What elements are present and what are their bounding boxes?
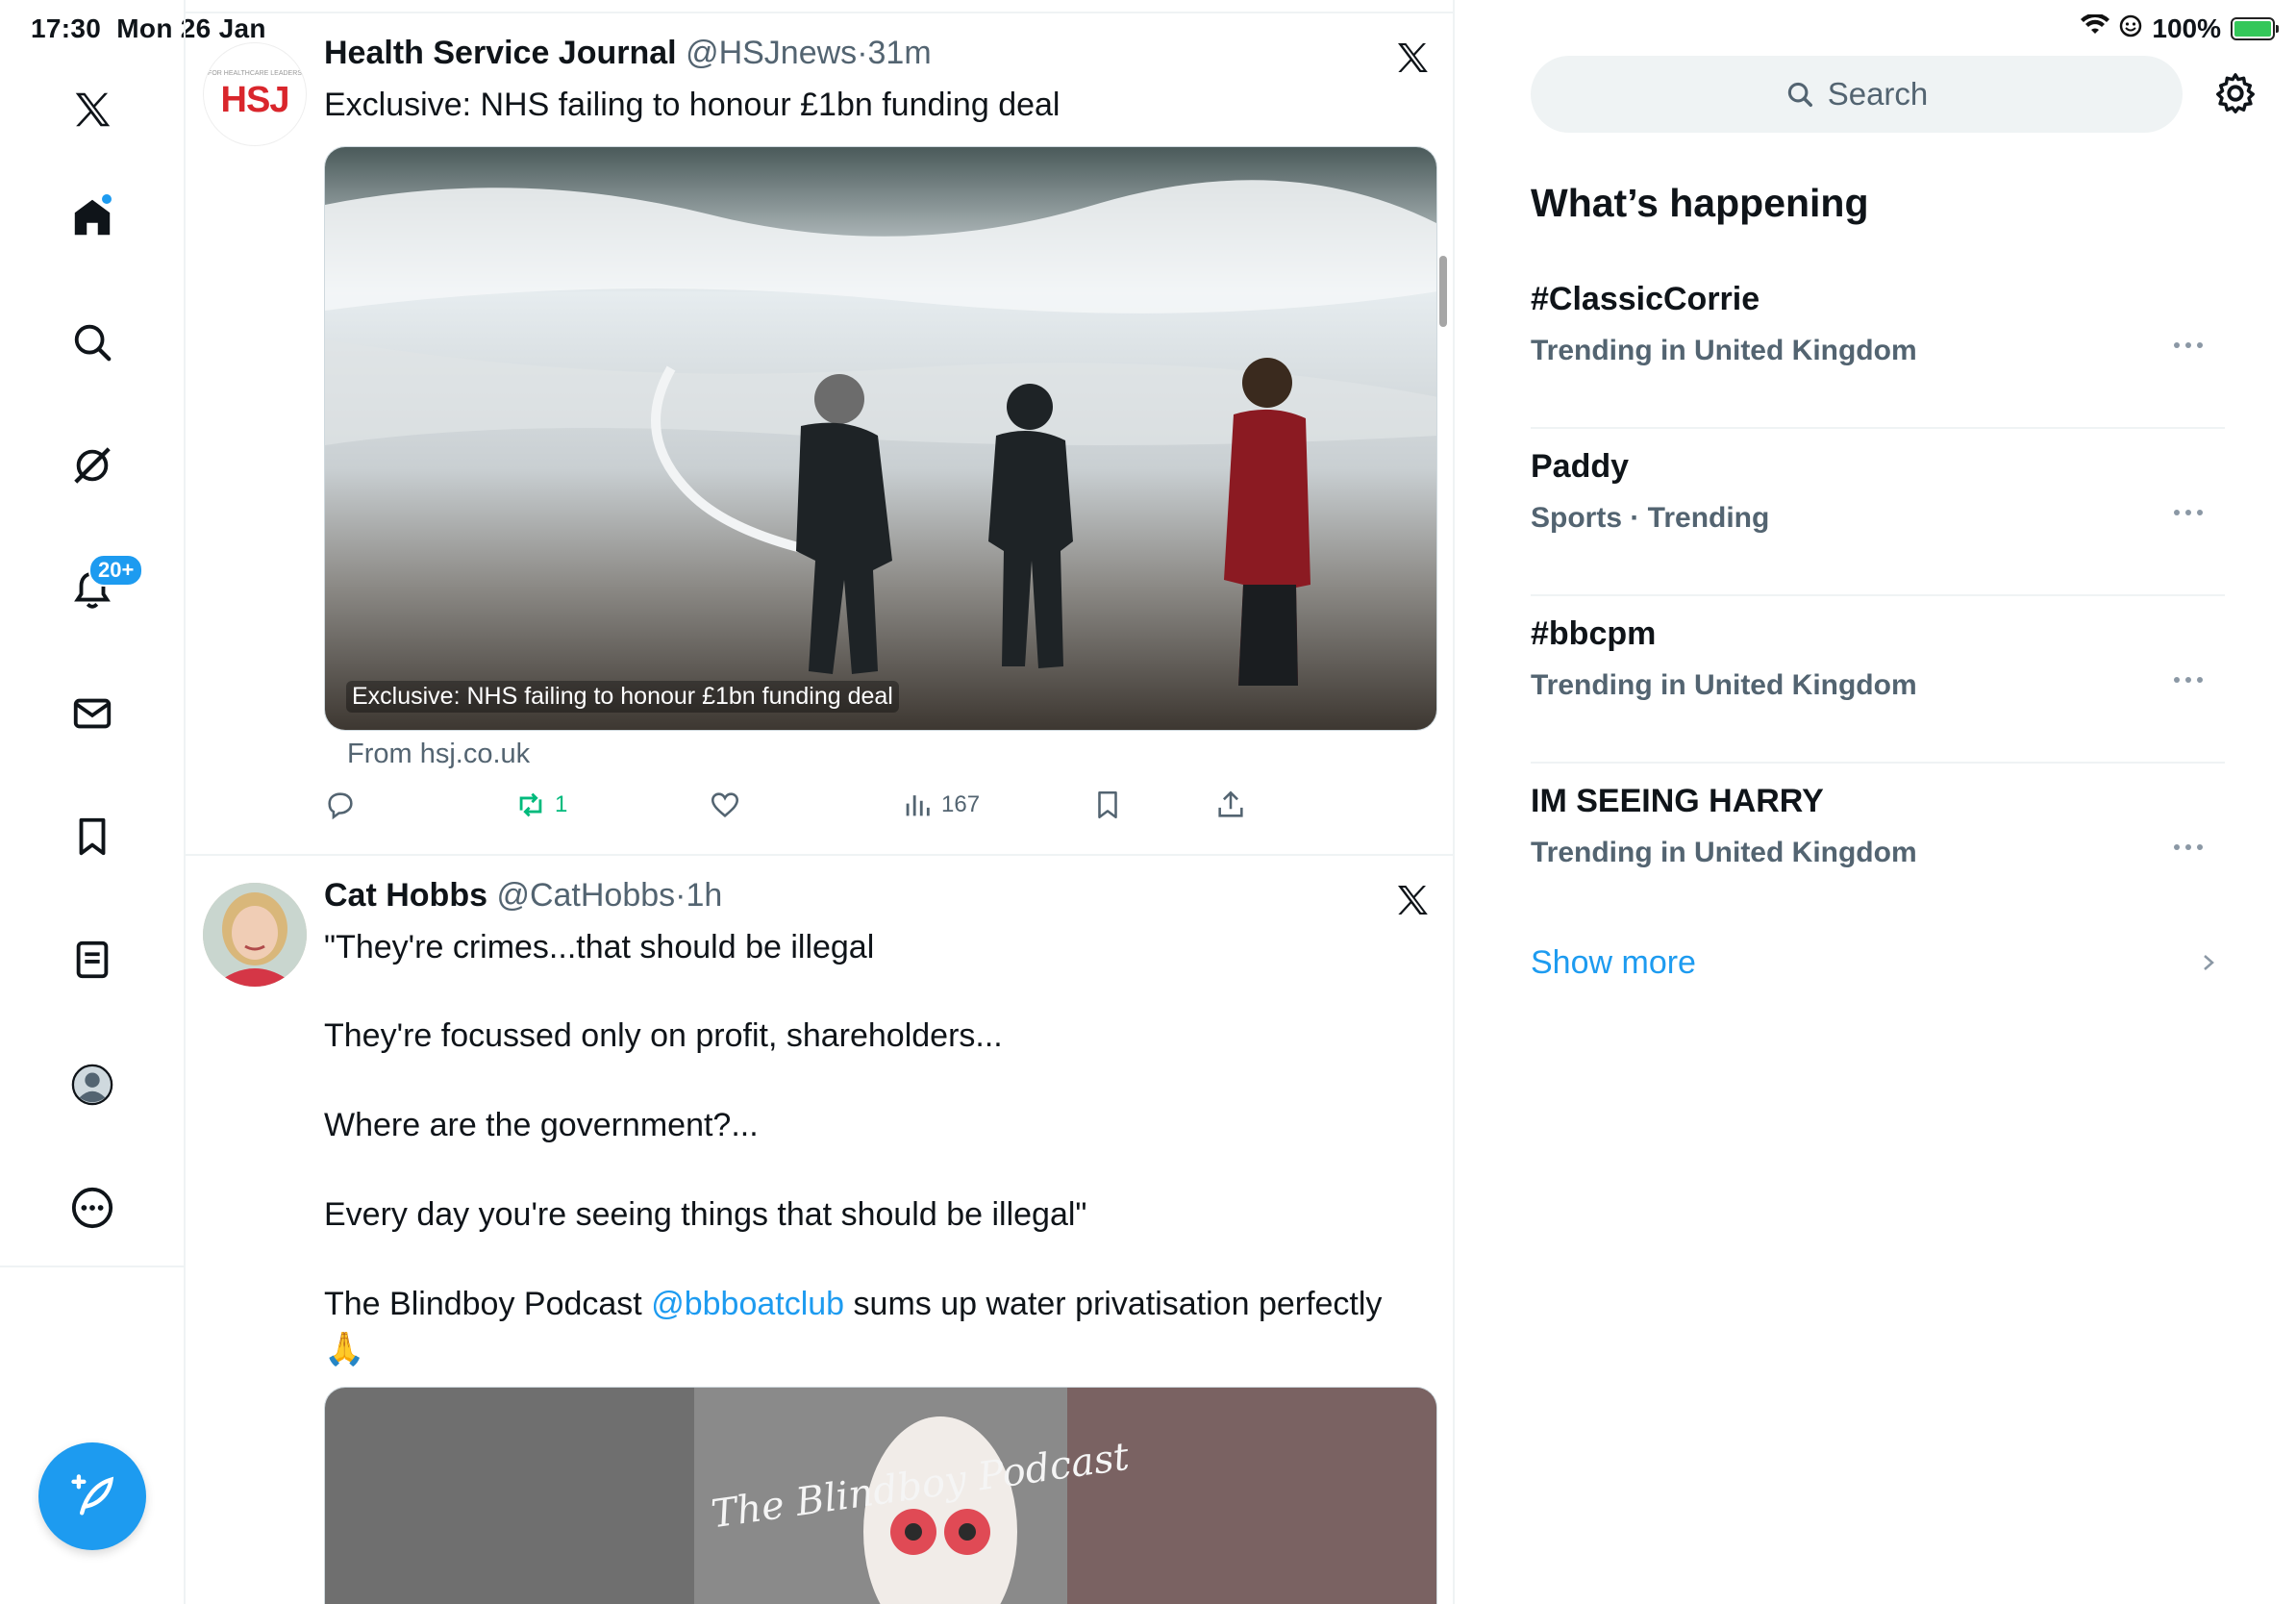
search-icon (1787, 82, 1812, 107)
bookmark-icon (1098, 790, 1117, 819)
show-more-link[interactable]: Show more (1531, 944, 1696, 982)
compose-button[interactable] (38, 1442, 146, 1550)
trend-item[interactable]: #ClassicCorrie Trending in United Kingdo… (1531, 262, 2225, 429)
grok-icon[interactable] (63, 437, 121, 494)
tweet-text: Exclusive: NHS failing to honour £1bn fu… (324, 87, 1061, 123)
bookmark-button[interactable] (1091, 789, 1124, 821)
tweet-time[interactable]: 31m (868, 35, 932, 71)
x-logo-icon[interactable] (63, 81, 121, 138)
reply-icon (328, 792, 353, 820)
trend-context: Trending in United Kingdom (1531, 335, 1917, 366)
heart-icon (711, 792, 739, 817)
retweet-icon (519, 792, 542, 817)
trend-context: Trending in United Kingdom (1531, 669, 1917, 701)
tweet-header: Health Service Journal @HSJnews·31m (324, 35, 932, 71)
share-icon (1218, 790, 1243, 817)
more-dots-icon[interactable] (2169, 833, 2208, 862)
tweet-actions: 1 167 (324, 789, 1285, 837)
avatar-cathobbs[interactable] (203, 883, 307, 987)
author-name[interactable]: Health Service Journal (324, 35, 677, 71)
home-icon[interactable] (63, 188, 121, 246)
tweet-media-video[interactable]: The Blindboy Podcast (324, 1387, 1437, 1604)
retweet-count: 1 (555, 791, 568, 817)
search-icon[interactable] (63, 313, 121, 371)
views-button[interactable]: 167 (901, 789, 980, 821)
beach-photo (325, 147, 1436, 730)
messages-envelope-icon[interactable] (63, 685, 121, 742)
trend-name: #ClassicCorrie (1531, 281, 1760, 317)
home-unread-dot (100, 192, 113, 206)
mention-link[interactable]: @bbboatclub (651, 1286, 844, 1322)
profile-avatar-icon[interactable] (63, 1056, 121, 1114)
author-handle[interactable]: @HSJnews (686, 35, 857, 71)
tweet-text-line-4: Every day you're seeing things that shou… (324, 1196, 1087, 1233)
lists-icon[interactable] (63, 931, 121, 989)
notifications-bell-icon[interactable]: 20+ (63, 554, 144, 619)
avatar-hsj[interactable]: FOR HEALTHCARE LEADERS HSJ (203, 42, 307, 146)
link-source[interactable]: From hsj.co.uk (347, 739, 530, 770)
trend-context: Sports · Trending (1531, 502, 1770, 534)
more-circle-icon[interactable] (63, 1179, 121, 1237)
more-dots-icon[interactable] (2169, 498, 2208, 527)
timeline-feed[interactable]: FOR HEALTHCARE LEADERS HSJ Health Servic… (186, 0, 1455, 1604)
whats-happening-heading: What’s happening (1531, 181, 1869, 225)
left-nav: 20+ (0, 0, 186, 1604)
settings-gear-icon[interactable] (2213, 71, 2258, 115)
trend-name: IM SEEING HARRY (1531, 783, 1824, 819)
tweet-header: Cat Hobbs @CatHobbs·1h (324, 877, 723, 914)
trend-item[interactable]: IM SEEING HARRY Trending in United Kingd… (1531, 764, 2225, 931)
tweet-media-card[interactable]: Exclusive: NHS failing to honour £1bn fu… (324, 146, 1437, 731)
trend-name: Paddy (1531, 448, 1630, 485)
views-chart-icon (906, 795, 930, 816)
tweet-text-line-2: They're focussed only on profit, shareho… (324, 1017, 1003, 1054)
feed-scrollbar[interactable] (1439, 256, 1447, 327)
share-button[interactable] (1214, 789, 1247, 821)
trend-item[interactable]: #bbcpm Trending in United Kingdom (1531, 596, 2225, 764)
pray-emoji: 🙏 (324, 1331, 365, 1367)
tweet-cathobbs[interactable]: Cat Hobbs @CatHobbs·1h "They're crimes..… (186, 856, 1453, 1604)
x-logo-icon[interactable] (1393, 38, 1432, 77)
search-placeholder: Search (1827, 76, 1929, 112)
chevron-right-icon[interactable] (2195, 948, 2222, 977)
like-button[interactable] (709, 789, 741, 821)
more-dots-icon[interactable] (2169, 665, 2208, 694)
right-sidebar: Search What’s happening #ClassicCorrie T… (1455, 0, 2296, 1604)
retweet-button[interactable]: 1 (514, 789, 567, 821)
author-name[interactable]: Cat Hobbs (324, 877, 487, 914)
tweet-text-line-5: The Blindboy Podcast @bbboatclub sums up… (324, 1286, 1383, 1322)
tweet-time[interactable]: 1h (686, 877, 723, 914)
reply-button[interactable] (324, 789, 357, 821)
trend-item[interactable]: Paddy Sports · Trending (1531, 429, 2225, 596)
tweet-text-line-1: "They're crimes...that should be illegal (324, 929, 875, 965)
bookmark-icon[interactable] (63, 808, 121, 865)
hsj-logo-text: HSJ (220, 80, 290, 120)
views-count: 167 (941, 791, 981, 817)
nav-divider (0, 1266, 186, 1267)
compose-feather-icon (71, 1474, 114, 1516)
trend-name: #bbcpm (1531, 615, 1657, 652)
avatar-photo (203, 883, 307, 987)
author-handle[interactable]: @CatHobbs (496, 877, 675, 914)
search-bar[interactable]: Search (1531, 56, 2183, 133)
tweet-hsj[interactable]: FOR HEALTHCARE LEADERS HSJ Health Servic… (186, 12, 1453, 854)
media-caption: Exclusive: NHS failing to honour £1bn fu… (346, 681, 899, 713)
more-dots-icon[interactable] (2169, 331, 2208, 360)
tweet-text-line-3: Where are the government?... (324, 1107, 759, 1143)
x-logo-icon[interactable] (1393, 881, 1432, 919)
notifications-badge: 20+ (88, 554, 144, 587)
trend-context: Trending in United Kingdom (1531, 837, 1917, 868)
